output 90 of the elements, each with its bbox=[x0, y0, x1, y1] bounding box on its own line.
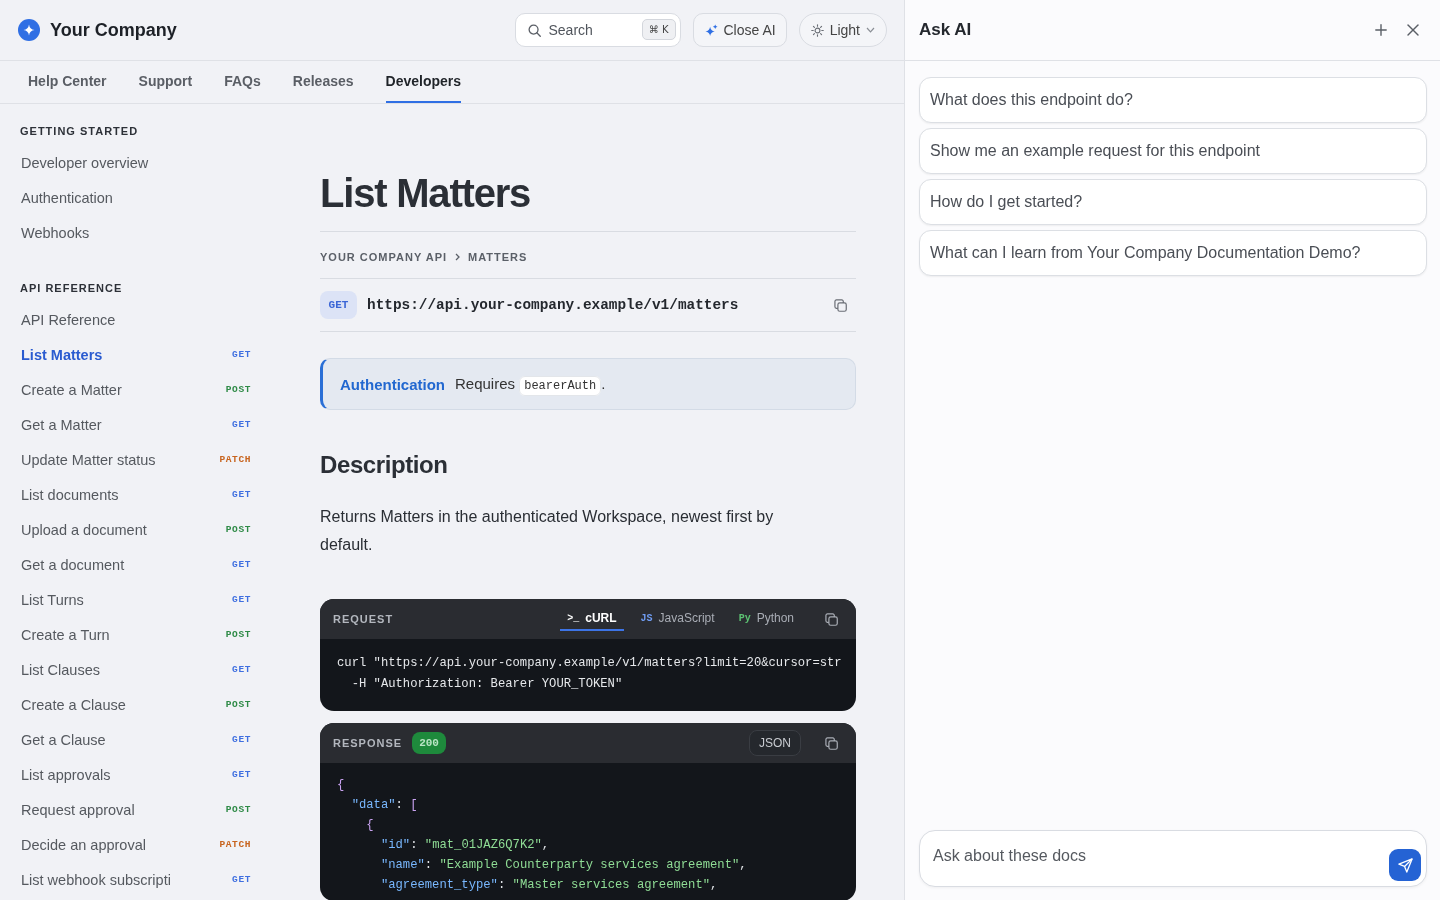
sparkle-icon bbox=[704, 23, 718, 37]
method-tag: GET bbox=[232, 769, 251, 780]
send-button[interactable] bbox=[1389, 849, 1421, 881]
endpoint-url: https://api.your-company.example/v1/matters bbox=[367, 297, 739, 313]
method-tag: PATCH bbox=[219, 454, 251, 465]
send-icon bbox=[1397, 857, 1413, 873]
method-tag: POST bbox=[225, 629, 251, 640]
ask-input-field[interactable]: Ask about these docs bbox=[919, 830, 1427, 887]
language-tab[interactable]: >_ cURL bbox=[560, 607, 624, 631]
sidebar-item[interactable]: Decide an approval PATCH bbox=[0, 827, 270, 862]
code-line: -H "Authorization: Bearer YOUR_TOKEN" bbox=[350, 676, 624, 693]
shortcut-key: ⌘ K bbox=[641, 19, 676, 40]
copy-icon[interactable] bbox=[825, 736, 838, 750]
sidebar-item[interactable]: Update Matter status PATCH bbox=[0, 442, 270, 477]
sidebar-item[interactable]: Request approval POST bbox=[0, 792, 270, 827]
code-line: { bbox=[337, 777, 346, 794]
language-tab[interactable]: JS JavaScript bbox=[633, 607, 722, 631]
method-tag: POST bbox=[225, 804, 251, 815]
method-tag: POST bbox=[225, 699, 251, 710]
theme-button[interactable]: Light bbox=[798, 13, 887, 47]
breadcrumb-link[interactable]: YOUR COMPANY API bbox=[320, 249, 448, 265]
suggestion-button[interactable]: What does this endpoint do? bbox=[919, 77, 1427, 123]
status-badge: 200 bbox=[412, 732, 446, 754]
sidebar-item[interactable]: List webhook subscripti GET bbox=[0, 862, 270, 897]
nav-tab[interactable]: FAQs bbox=[224, 61, 261, 103]
sidebar-section-title: API REFERENCE bbox=[20, 281, 124, 295]
sidebar-item[interactable]: Get a Clause GET bbox=[0, 722, 270, 757]
suggestion-button[interactable]: How do I get started? bbox=[919, 179, 1427, 225]
search-icon bbox=[527, 23, 541, 37]
method-tag: POST bbox=[225, 524, 251, 535]
code-line: "name": "Example Counterparty services agreement", bbox=[379, 857, 748, 874]
close-ai-button[interactable]: Close AI bbox=[692, 13, 787, 47]
method-tag: GET bbox=[232, 419, 251, 430]
callout-text: Requires bearerAuth . bbox=[455, 375, 606, 393]
code-line: "agreement_type": "Master services agreement", bbox=[379, 877, 719, 894]
sidebar-item[interactable]: Webhooks bbox=[0, 215, 270, 250]
chevron-down-icon bbox=[866, 27, 875, 33]
nav-tab[interactable]: Help Center bbox=[28, 61, 107, 103]
code-panel-title: RESPONSE bbox=[333, 737, 403, 749]
method-tag: GET bbox=[232, 734, 251, 745]
language-tab[interactable]: Py Python bbox=[731, 607, 801, 631]
sidebar-item[interactable]: List approvals GET bbox=[0, 757, 270, 792]
code-line: "id": "mat_01JAZ6Q7K2", bbox=[379, 837, 551, 854]
code-line: "data": [ bbox=[350, 797, 419, 814]
method-tag: GET bbox=[232, 349, 251, 360]
method-tag: GET bbox=[232, 664, 251, 675]
page-title: List Matters bbox=[320, 170, 532, 217]
sidebar-item[interactable]: List Matters GET bbox=[0, 337, 270, 372]
brand-name: Your Company bbox=[50, 19, 177, 41]
sidebar-item[interactable]: Get a Matter GET bbox=[0, 407, 270, 442]
nav-tab[interactable]: Support bbox=[138, 61, 193, 103]
copy-icon[interactable] bbox=[834, 298, 847, 312]
sidebar-item[interactable]: Get a document GET bbox=[0, 547, 270, 582]
method-badge: GET bbox=[320, 291, 357, 319]
plus-icon[interactable] bbox=[1375, 24, 1387, 36]
method-tag: GET bbox=[232, 489, 251, 500]
sidebar-section-title: GETTING STARTED bbox=[20, 124, 140, 138]
method-tag: GET bbox=[232, 559, 251, 570]
breadcrumb-link[interactable]: MATTERS bbox=[468, 249, 528, 265]
suggestion-button[interactable]: What can I learn from Your Company Documentation Demo? bbox=[919, 230, 1427, 276]
sidebar-item[interactable]: Developer overview bbox=[0, 145, 270, 180]
method-tag: POST bbox=[225, 384, 251, 395]
panel-title: Ask AI bbox=[919, 20, 973, 40]
sidebar-item[interactable]: API Reference bbox=[0, 302, 270, 337]
sidebar-item[interactable]: Create a Turn POST bbox=[0, 617, 270, 652]
nav-tab[interactable]: Releases bbox=[292, 61, 354, 103]
suggestion-button[interactable]: Show me an example request for this endpoint bbox=[919, 128, 1427, 174]
code-panel-title: REQUEST bbox=[333, 613, 394, 625]
method-tag: GET bbox=[232, 874, 251, 885]
sidebar-item[interactable]: List Clauses GET bbox=[0, 652, 270, 687]
code-line: { bbox=[365, 817, 375, 834]
chevron-right-icon bbox=[455, 253, 461, 261]
method-tag: GET bbox=[232, 594, 251, 605]
format-button[interactable]: JSON bbox=[749, 730, 801, 756]
section-heading: Description bbox=[320, 450, 449, 480]
logo-icon bbox=[18, 19, 40, 41]
sidebar-item[interactable]: Upload a document POST bbox=[0, 512, 270, 547]
method-tag: PATCH bbox=[219, 839, 251, 850]
sidebar-item[interactable]: List documents GET bbox=[0, 477, 270, 512]
callout-title: Authentication bbox=[340, 375, 445, 393]
sun-icon bbox=[810, 23, 824, 37]
code-line: curl "https://api.your-company.example/v1/matters?limit=20&cursor=str bbox=[337, 655, 843, 672]
sidebar-item[interactable]: Create a Matter POST bbox=[0, 372, 270, 407]
close-icon[interactable] bbox=[1407, 24, 1419, 36]
copy-icon[interactable] bbox=[825, 612, 838, 626]
sidebar-item[interactable]: Authentication bbox=[0, 180, 270, 215]
nav-tab[interactable]: Developers bbox=[385, 61, 461, 103]
sidebar-item[interactable]: List Turns GET bbox=[0, 582, 270, 617]
description-text: Returns Matters in the authenticated Workspace, newest first by default. bbox=[320, 507, 775, 555]
sidebar-item[interactable]: Create a Clause POST bbox=[0, 687, 270, 722]
